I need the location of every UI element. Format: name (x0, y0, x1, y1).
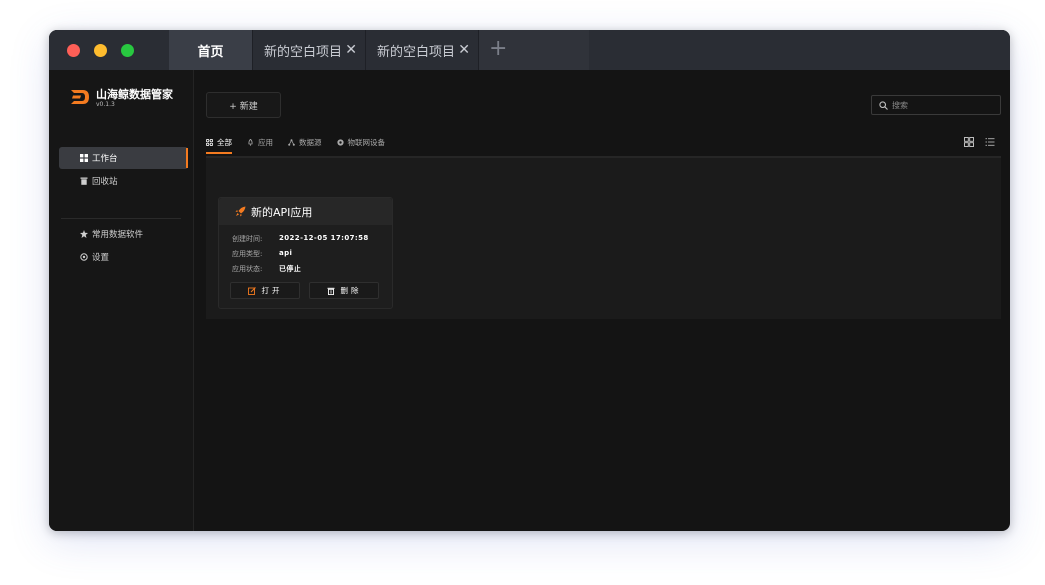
card-row-key: 创建时间: (232, 235, 263, 243)
sidebar-item-recycle-bin[interactable]: 回收站 (59, 170, 188, 192)
tab-home-label: 首页 (197, 44, 224, 60)
open-button[interactable]: 打开 (230, 282, 300, 299)
close-window-button[interactable] (67, 44, 80, 57)
rocket-icon (235, 206, 246, 217)
list-view-icon[interactable] (985, 137, 995, 147)
open-button-label: 打开 (261, 286, 283, 295)
card-row-key: 应用状态: (232, 265, 263, 273)
title-bar: 首页 新的空白项目 ✕ 新的空白项目 ✕ + (49, 30, 1010, 70)
close-icon[interactable]: ✕ (458, 43, 470, 57)
tab-home[interactable]: 首页 (169, 30, 253, 70)
card-row-created: 创建时间: 2022-12-05 17:07:58 (232, 234, 369, 244)
card-title: 新的API应用 (251, 206, 313, 219)
star-icon (80, 230, 88, 238)
card-row-key: 应用类型: (232, 250, 263, 258)
filter-datasource[interactable]: 数据源 (288, 134, 322, 150)
sidebar-item-common-software[interactable]: 常用数据软件 (59, 223, 188, 245)
rocket-icon (248, 138, 253, 146)
card-row-value: 已停止 (279, 265, 302, 273)
filter-label: 数据源 (299, 137, 322, 147)
tab-project-2-label: 新的空白项目 (377, 44, 456, 60)
filter-label: 全部 (217, 137, 232, 147)
main-content: + 新建 全部 应用 (195, 70, 1010, 531)
search-box[interactable] (871, 95, 1001, 115)
tab-project-1[interactable]: 新的空白项目 ✕ (253, 30, 366, 70)
card-row-type: 应用类型: api (232, 249, 292, 259)
filter-label: 应用 (258, 137, 273, 147)
trash-icon (80, 177, 88, 185)
tab-project-2[interactable]: 新的空白项目 ✕ (366, 30, 479, 70)
sidebar-item-label: 工作台 (92, 154, 118, 164)
apps-icon (206, 138, 213, 146)
sidebar-item-workbench[interactable]: 工作台 (59, 147, 188, 169)
sidebar: 山海鲸数据管家 v0.1.3 工作台 回收站 常用数据软件 设置 (49, 70, 194, 531)
device-icon (336, 138, 344, 146)
brand-name: 山海鲸数据管家 (96, 88, 173, 101)
minimize-window-button[interactable] (94, 44, 107, 57)
filter-tabs: 全部 应用 数据源 物联网设备 (206, 134, 400, 154)
grid-icon (80, 154, 88, 162)
grid-view-icon[interactable] (964, 137, 974, 147)
new-button[interactable]: + 新建 (206, 92, 281, 118)
card-row-value: api (279, 249, 293, 257)
search-icon (879, 101, 888, 110)
sidebar-item-label: 回收站 (92, 177, 118, 187)
delete-button[interactable]: 删除 (309, 282, 379, 299)
sidebar-item-settings[interactable]: 设置 (59, 246, 188, 268)
tab-project-1-label: 新的空白项目 (264, 44, 343, 60)
delete-button-label: 删除 (340, 286, 362, 295)
app-card[interactable]: 新的API应用 创建时间: 2022-12-05 17:07:58 应用类型: … (218, 197, 393, 309)
add-tab-icon[interactable]: + (489, 38, 507, 60)
content-panel-top (206, 158, 1001, 189)
filter-apps[interactable]: 应用 (247, 134, 273, 150)
sidebar-item-label: 设置 (92, 253, 110, 263)
search-input[interactable] (892, 98, 997, 113)
filter-label: 物联网设备 (347, 137, 386, 147)
gear-icon (80, 253, 88, 261)
app-window: 首页 新的空白项目 ✕ 新的空白项目 ✕ + 山海鲸数据管家 v0.1.3 工作… (49, 30, 1010, 531)
sidebar-item-label: 常用数据软件 (92, 230, 144, 240)
filter-all[interactable]: 全部 (206, 134, 232, 154)
card-row-value: 2022-12-05 17:07:58 (279, 234, 369, 242)
version-label: v0.1.3 (96, 101, 115, 108)
card-header: 新的API应用 (219, 198, 392, 225)
logo-icon (71, 90, 89, 104)
filter-iot-devices[interactable]: 物联网设备 (336, 134, 386, 150)
share-icon (288, 138, 295, 146)
card-row-status: 应用状态: 已停止 (232, 264, 301, 274)
close-icon[interactable]: ✕ (345, 43, 357, 57)
maximize-window-button[interactable] (121, 44, 134, 57)
edit-icon (247, 286, 256, 295)
trash-icon (327, 287, 334, 295)
sidebar-divider (61, 218, 181, 219)
